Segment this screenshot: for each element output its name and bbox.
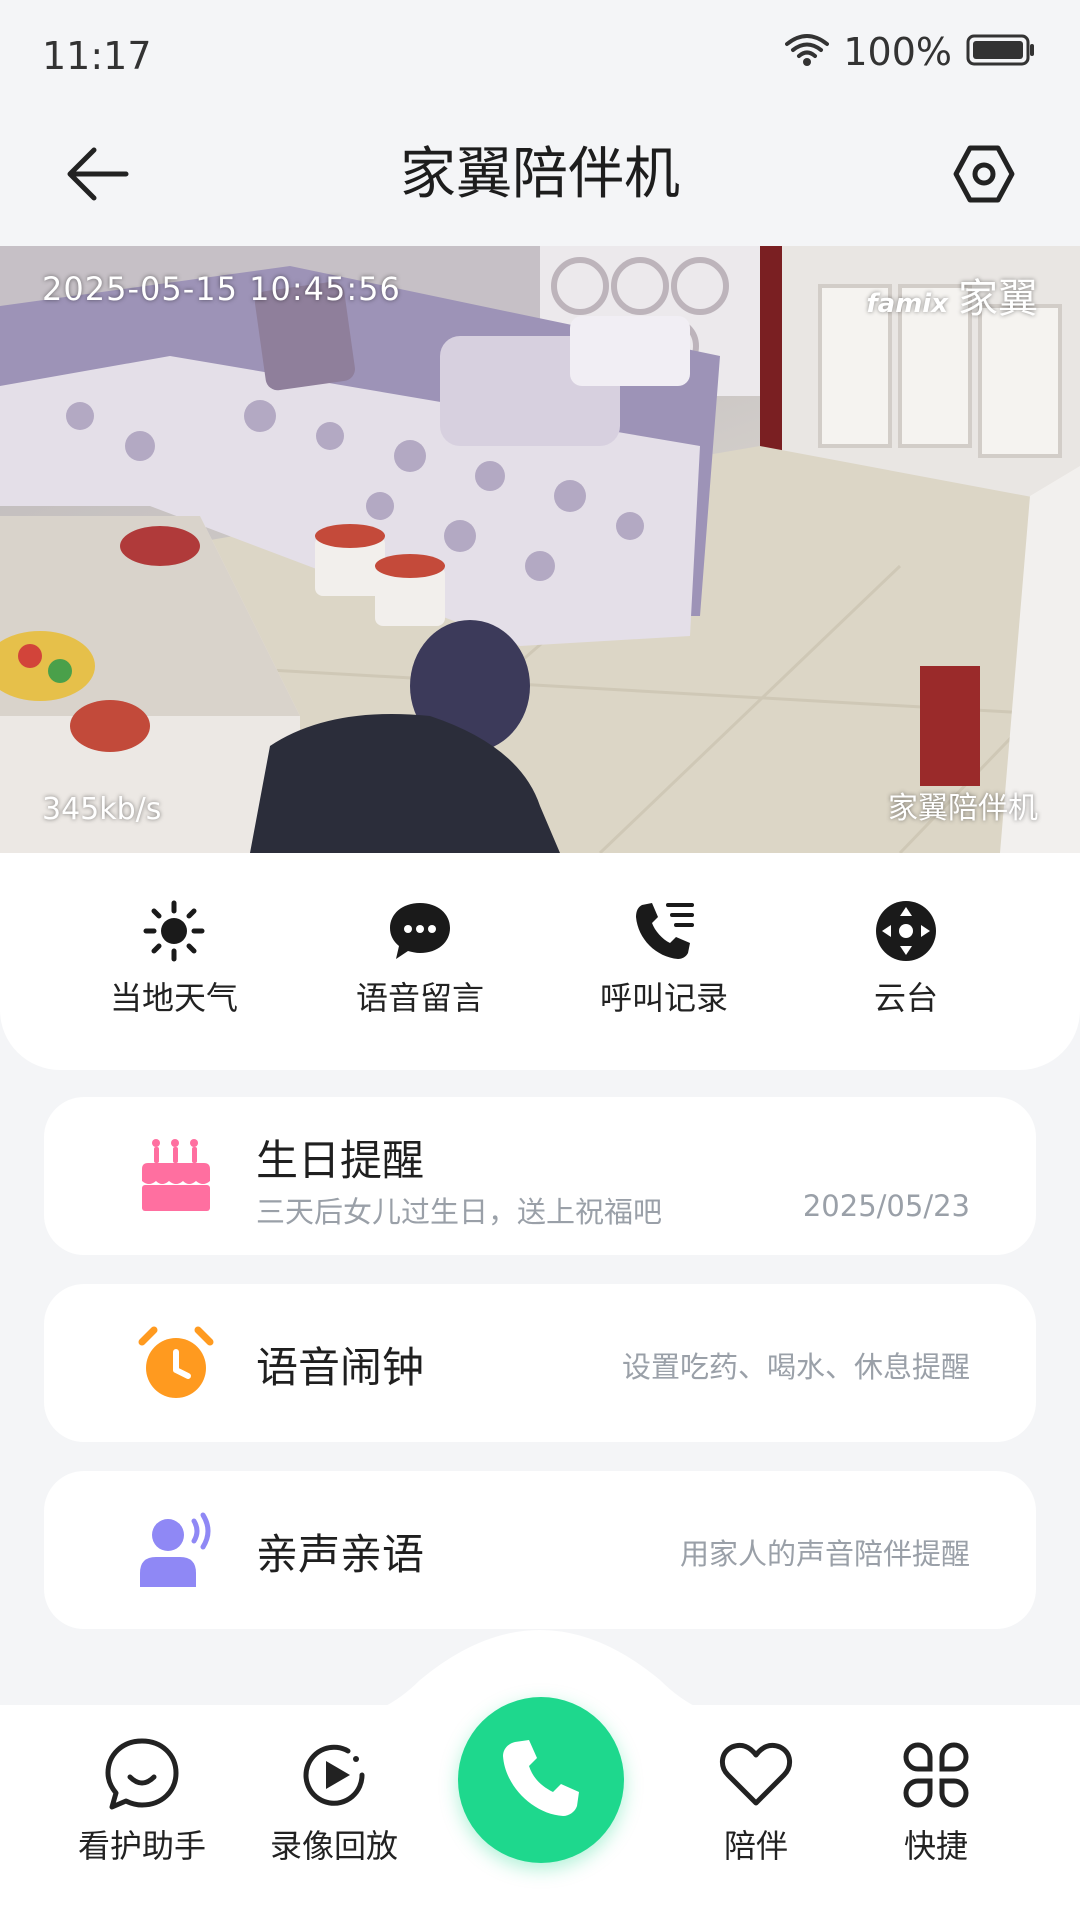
grid-shortcut-icon xyxy=(896,1735,976,1815)
nav-video-playback[interactable]: 录像回放 xyxy=(244,1735,424,1867)
quick-action-ptz[interactable]: 云台 xyxy=(806,899,1006,1019)
video-frame-image xyxy=(0,246,1080,853)
family-voice-card[interactable]: 亲声亲语 用家人的声音陪伴提醒 xyxy=(44,1471,1036,1629)
alarm-title: 语音闹钟 xyxy=(256,1343,425,1392)
birthday-subtitle: 三天后女儿过生日，送上祝福吧 xyxy=(256,1195,663,1229)
birthday-reminder-card[interactable]: 生日提醒 三天后女儿过生日，送上祝福吧 2025/05/23 xyxy=(44,1097,1036,1255)
status-bar: 11:17 100% xyxy=(0,0,1080,110)
birthday-date: 2025/05/23 xyxy=(802,1189,970,1223)
settings-button[interactable] xyxy=(944,136,1024,216)
quick-action-label: 呼叫记录 xyxy=(599,979,728,1017)
quick-action-label: 语音留言 xyxy=(355,979,484,1017)
phone-icon xyxy=(499,1736,583,1824)
call-log-icon xyxy=(632,899,696,963)
watermark-brand-cn: 家翼 xyxy=(958,276,1038,322)
quick-action-label: 当地天气 xyxy=(109,979,238,1017)
video-bitrate: 345kb/s xyxy=(42,792,162,827)
battery-icon xyxy=(966,32,1036,72)
person-voice-icon xyxy=(134,1509,218,1593)
nav-shortcuts[interactable]: 快捷 xyxy=(846,1735,1026,1867)
voice-hint: 用家人的声音陪伴提醒 xyxy=(679,1537,970,1571)
alarm-clock-icon xyxy=(134,1322,218,1406)
nav-label: 快捷 xyxy=(903,1827,968,1865)
playback-icon xyxy=(294,1735,374,1815)
video-timestamp: 2025-05-15 10:45:56 xyxy=(42,270,401,308)
page-title: 家翼陪伴机 xyxy=(400,142,680,207)
smile-chat-icon xyxy=(102,1735,182,1815)
quick-action-voice-message[interactable]: 语音留言 xyxy=(320,899,520,1019)
status-icons: 100% xyxy=(785,30,1036,74)
battery-percent: 100% xyxy=(843,30,952,74)
video-watermark: famix 家翼 xyxy=(866,266,1038,324)
wifi-icon xyxy=(785,32,830,72)
nav-label: 录像回放 xyxy=(269,1827,398,1865)
app-header: 家翼陪伴机 xyxy=(0,110,1080,245)
hexagon-settings-icon xyxy=(952,142,1016,210)
nav-companion[interactable]: 陪伴 xyxy=(666,1735,846,1867)
heart-icon xyxy=(716,1735,796,1815)
direction-pad-icon xyxy=(874,899,938,963)
alarm-hint: 设置吃药、喝水、休息提醒 xyxy=(621,1350,970,1384)
birthday-cake-icon xyxy=(134,1135,218,1219)
nav-label: 陪伴 xyxy=(723,1827,788,1865)
quick-action-call-log[interactable]: 呼叫记录 xyxy=(564,899,764,1019)
watermark-brand-en: famix xyxy=(866,289,948,319)
chat-bubble-icon xyxy=(388,899,452,963)
quick-action-label: 云台 xyxy=(873,979,938,1017)
status-time: 11:17 xyxy=(42,34,152,78)
video-device-label: 家翼陪伴机 xyxy=(888,791,1038,826)
live-video-feed[interactable]: 2025-05-15 10:45:56 famix 家翼 345kb/s 家翼陪… xyxy=(0,246,1080,853)
nav-label: 看护助手 xyxy=(77,1827,206,1865)
quick-action-weather[interactable]: 当地天气 xyxy=(74,899,274,1019)
sun-icon xyxy=(142,899,206,963)
birthday-title: 生日提醒 xyxy=(256,1136,425,1185)
video-call-button[interactable] xyxy=(458,1697,624,1863)
voice-alarm-card[interactable]: 语音闹钟 设置吃药、喝水、休息提醒 xyxy=(44,1284,1036,1442)
nav-care-assistant[interactable]: 看护助手 xyxy=(52,1735,232,1867)
voice-title: 亲声亲语 xyxy=(256,1530,425,1579)
quick-actions-card: 当地天气 语音留言 呼叫记录 云台 xyxy=(0,853,1080,1070)
